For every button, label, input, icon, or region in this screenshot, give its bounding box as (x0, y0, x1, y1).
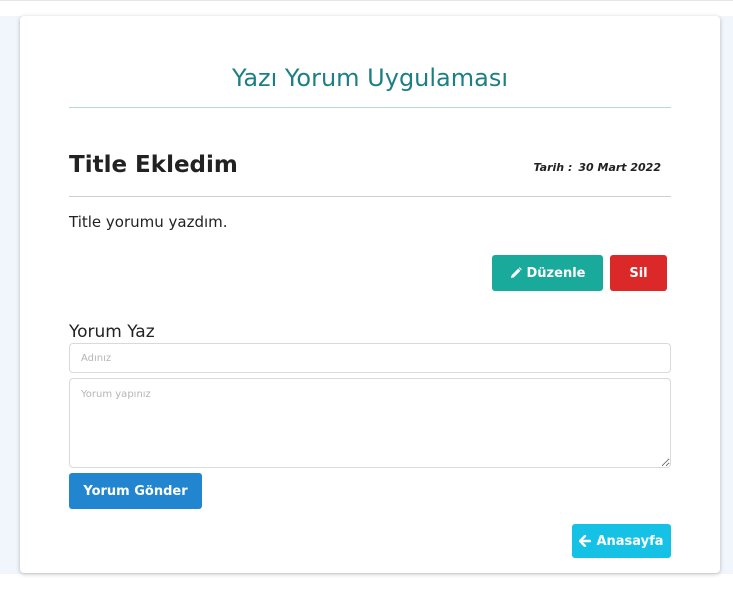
delete-button-label: Sil (629, 265, 648, 281)
comment-form-heading: Yorum Yaz (69, 322, 155, 342)
edit-button[interactable]: Düzenle (492, 255, 603, 291)
post-divider (69, 196, 671, 197)
arrow-left-icon (579, 535, 592, 547)
edit-button-label: Düzenle (526, 265, 586, 281)
title-divider (69, 107, 671, 108)
name-input[interactable] (69, 343, 671, 373)
post-title: Title Ekledim (69, 152, 238, 178)
post-body: Title yorumu yazdım. (69, 213, 228, 231)
submit-comment-button[interactable]: Yorum Gönder (69, 473, 202, 509)
home-button[interactable]: Anasayfa (572, 524, 671, 558)
date-label: Tarih : (533, 161, 573, 174)
top-divider (0, 0, 733, 1)
submit-comment-label: Yorum Gönder (83, 483, 188, 499)
app-title: Yazı Yorum Uygulaması (231, 64, 509, 92)
comment-textarea[interactable] (69, 378, 671, 468)
home-button-label: Anasayfa (596, 533, 664, 549)
pencil-icon (510, 267, 522, 278)
date-value: 30 Mart 2022 (578, 161, 661, 174)
delete-button[interactable]: Sil (610, 255, 667, 291)
post-date: Tarih : 30 Mart 2022 (533, 161, 661, 174)
